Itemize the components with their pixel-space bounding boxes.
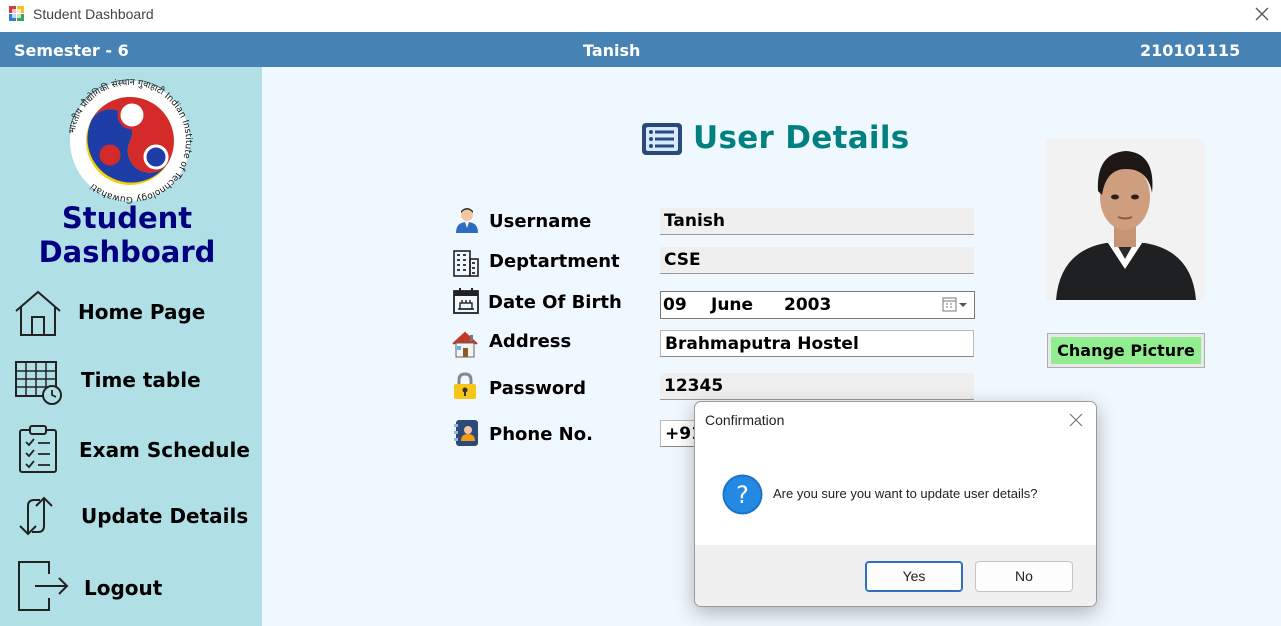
page-title-text: User Details xyxy=(693,120,910,156)
password-label: Password xyxy=(489,378,587,399)
roll-number: 210101115 xyxy=(1140,41,1241,60)
yes-button[interactable]: Yes xyxy=(865,561,963,592)
sidebar: भारतीय प्रौद्योगिकी संस्थान गुवाहाटी Ind… xyxy=(0,67,262,626)
sidebar-item-timetable[interactable]: Time table xyxy=(0,354,262,410)
profile-photo-image xyxy=(1046,139,1205,300)
window-title: Student Dashboard xyxy=(33,6,154,22)
iitg-logo: भारतीय प्रौद्योगिकी संस्थान गुवाहाटी Ind… xyxy=(67,78,193,204)
app-icon xyxy=(9,6,24,21)
calendar-dropdown-icon[interactable] xyxy=(942,297,970,313)
student-name: Tanish xyxy=(583,41,641,60)
address-field[interactable]: Brahmaputra Hostel xyxy=(660,330,974,357)
clipboard-icon xyxy=(19,425,57,473)
sidebar-title: Student Dashboard xyxy=(0,201,254,269)
sidebar-item-label: Home Page xyxy=(78,300,206,324)
semester-label: Semester - 6 xyxy=(14,41,129,60)
dialog-body: ? Are you sure you want to update user d… xyxy=(695,439,1096,545)
dialog-message: Are you sure you want to update user det… xyxy=(773,486,1038,501)
username-field[interactable]: Tanish xyxy=(660,208,974,235)
svg-text:?: ? xyxy=(736,481,749,509)
close-icon[interactable] xyxy=(1069,413,1083,427)
change-picture-label: Change Picture xyxy=(1051,337,1201,364)
password-field[interactable]: 12345 xyxy=(660,373,974,400)
dialog-footer: Yes No xyxy=(695,545,1096,606)
contacts-book-icon xyxy=(454,420,478,446)
list-details-icon xyxy=(642,123,682,155)
sidebar-item-label: Time table xyxy=(81,368,201,392)
info-header: Semester - 6 Tanish 210101115 xyxy=(0,32,1281,67)
sidebar-title-line2: Dashboard xyxy=(38,235,216,269)
sidebar-item-logout[interactable]: Logout xyxy=(0,560,262,616)
dob-year: 2003 xyxy=(784,295,832,315)
confirmation-dialog: Confirmation ? Are you sure you want to … xyxy=(694,401,1097,607)
dob-day: 09 xyxy=(663,295,687,315)
dialog-title: Confirmation xyxy=(705,412,785,428)
address-label: Address xyxy=(489,331,572,352)
sidebar-item-exam-schedule[interactable]: Exam Schedule xyxy=(0,422,262,478)
profile-photo xyxy=(1046,139,1205,300)
birthday-calendar-icon xyxy=(453,288,479,314)
dob-label: Date Of Birth xyxy=(488,292,622,313)
padlock-icon xyxy=(454,372,476,399)
dob-datepicker[interactable]: 09 June 2003 xyxy=(660,291,975,319)
department-field[interactable]: CSE xyxy=(660,247,974,274)
logout-icon xyxy=(18,561,69,611)
sidebar-item-label: Exam Schedule xyxy=(79,438,250,462)
dob-month: June xyxy=(711,295,754,315)
change-picture-button[interactable]: Change Picture xyxy=(1047,333,1205,368)
user-icon xyxy=(456,208,478,233)
sidebar-title-line1: Student xyxy=(61,201,193,235)
timetable-icon xyxy=(15,361,62,405)
building-icon xyxy=(453,250,479,277)
house-icon xyxy=(452,331,478,358)
username-label: Username xyxy=(489,211,592,232)
sidebar-item-label: Update Details xyxy=(81,504,249,528)
update-arrows-icon xyxy=(19,496,53,536)
page-title: User Details xyxy=(640,118,910,162)
sidebar-item-label: Logout xyxy=(84,576,163,600)
no-button[interactable]: No xyxy=(975,561,1073,592)
question-icon: ? xyxy=(722,474,763,515)
phone-label: Phone No. xyxy=(489,424,593,445)
department-label: Deptartment xyxy=(489,251,620,272)
close-icon[interactable] xyxy=(1253,5,1271,23)
sidebar-item-home[interactable]: Home Page xyxy=(0,287,262,343)
home-icon xyxy=(15,290,61,336)
sidebar-item-update-details[interactable]: Update Details xyxy=(0,492,262,548)
window-titlebar: Student Dashboard xyxy=(0,0,1281,32)
